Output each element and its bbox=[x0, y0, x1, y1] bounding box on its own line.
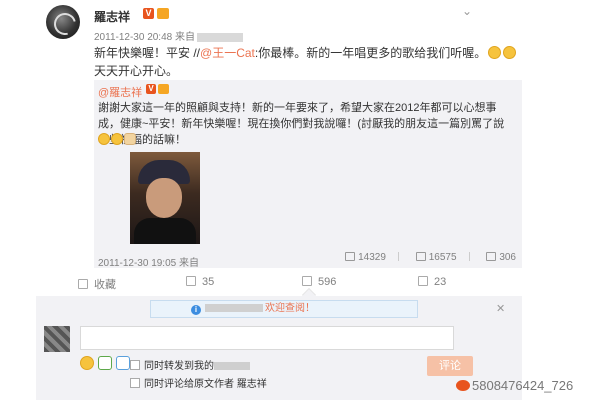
comment-count-label: 596 bbox=[318, 276, 337, 288]
close-icon[interactable]: ✕ bbox=[496, 302, 505, 315]
welcome-text: 欢迎查阅！ bbox=[265, 303, 315, 314]
weibo-watermark: 5808476424_726 bbox=[456, 378, 573, 393]
repost-icon bbox=[345, 252, 356, 261]
repost-icon bbox=[186, 276, 196, 286]
welcome-banner: i 欢迎查阅！ bbox=[150, 300, 418, 318]
watermark-text: 5808476424_726 bbox=[472, 378, 574, 393]
post-source-prefix: 来自 bbox=[175, 32, 195, 43]
original-author-name: 羅志祥 bbox=[236, 379, 267, 390]
comment-count-value: 16575 bbox=[428, 252, 457, 263]
comment-icon bbox=[415, 252, 426, 261]
author-name[interactable]: 羅志祥 bbox=[94, 8, 130, 25]
repost-meta: 2011-12-30 19:05 来自 bbox=[98, 254, 199, 269]
post-text-before: 新年快樂喔！平安 // bbox=[94, 46, 201, 60]
repost-emoji-row bbox=[98, 133, 137, 148]
redacted-source bbox=[197, 32, 243, 42]
comment-box: i 欢迎查阅！ ✕ 同时转发到我的 同时评论给原文作者 羅志祥 评论 bbox=[36, 296, 522, 400]
vip-crown-icon bbox=[157, 8, 169, 19]
weibo-post-card: 羅志祥 V ⌄ 2011-12-30 20:48 来自 新年快樂喔！平安 //@… bbox=[36, 0, 522, 400]
photo-face bbox=[146, 178, 182, 218]
action-bar: 收藏 35 596 23 bbox=[36, 272, 522, 294]
image-upload-icon[interactable] bbox=[98, 356, 112, 370]
post-text-after: :你最棒。新的一年唱更多的歌给我们听喔。 bbox=[254, 46, 487, 60]
emoji-icon bbox=[98, 133, 110, 145]
stat-divider bbox=[468, 252, 470, 261]
commenter-avatar bbox=[44, 326, 70, 352]
post-timestamp[interactable]: 2011-12-30 20:48 bbox=[94, 32, 172, 43]
comment-input[interactable] bbox=[80, 326, 454, 350]
like-count-value: 306 bbox=[499, 252, 516, 263]
weibo-logo-icon bbox=[456, 380, 470, 391]
favorite-label: 收藏 bbox=[94, 279, 116, 291]
emoji-icon bbox=[488, 46, 502, 59]
repost-button[interactable]: 35 bbox=[186, 276, 214, 288]
repost-option-label: 同时转发到我的 bbox=[144, 361, 214, 372]
post-text-line2: 天天开心开心。 bbox=[94, 64, 179, 78]
emoji-icon bbox=[111, 133, 123, 145]
mention-link[interactable]: @王一Cat bbox=[200, 46, 255, 60]
repost-comment-count[interactable]: 16575 bbox=[415, 252, 457, 263]
comment-author-checkbox[interactable] bbox=[130, 378, 140, 388]
like-button[interactable]: 23 bbox=[418, 276, 446, 288]
repost-source-prefix: 来自 bbox=[179, 258, 199, 269]
peace-hand-emoji-icon bbox=[124, 133, 136, 145]
chevron-down-icon[interactable]: ⌄ bbox=[462, 4, 472, 18]
repost-author-link[interactable]: @羅志祥 bbox=[98, 84, 142, 100]
topic-icon[interactable] bbox=[116, 356, 130, 370]
repost-photo[interactable] bbox=[130, 152, 200, 244]
repost-repost-count[interactable]: 14329 bbox=[345, 252, 386, 263]
redacted-text bbox=[205, 304, 263, 312]
repost-checkbox[interactable] bbox=[130, 360, 140, 370]
stat-divider bbox=[397, 252, 399, 261]
emoji-picker-icon[interactable] bbox=[80, 356, 94, 370]
vip-crown-icon bbox=[158, 84, 169, 94]
thumbs-up-icon bbox=[486, 252, 497, 261]
post-meta: 2011-12-30 20:48 来自 bbox=[94, 28, 243, 43]
verified-badge-icon: V bbox=[143, 8, 154, 19]
comment-author-option-label: 同时评论给原文作者 bbox=[144, 379, 234, 390]
comment-icon bbox=[302, 276, 312, 286]
repost-stats: 14329 16575 306 bbox=[331, 252, 516, 263]
comment-author-option[interactable]: 同时评论给原文作者 羅志祥 bbox=[130, 375, 267, 390]
repost-like-count[interactable]: 306 bbox=[486, 252, 516, 263]
post-text-line1: 新年快樂喔！平安 //@王一Cat:你最棒。新的一年唱更多的歌给我们听喔。 bbox=[94, 44, 517, 61]
repost-count-value: 14329 bbox=[358, 252, 386, 263]
repost-count-label: 35 bbox=[202, 276, 215, 288]
repost-panel: @羅志祥 V 謝謝大家這一年的照顧與支持！新的一年要來了，希望大家在2012年都… bbox=[94, 80, 522, 269]
photo-body bbox=[134, 218, 196, 244]
repost-timestamp[interactable]: 2011-12-30 19:05 bbox=[98, 258, 176, 269]
thumbs-up-icon bbox=[418, 276, 428, 286]
like-count-label: 23 bbox=[434, 276, 447, 288]
redacted-text bbox=[214, 362, 250, 370]
repost-text: 謝謝大家這一年的照顧與支持！新的一年要來了，希望大家在2012年都可以心想事成，… bbox=[98, 102, 505, 146]
author-avatar[interactable] bbox=[46, 5, 80, 39]
repost-option[interactable]: 同时转发到我的 bbox=[130, 357, 250, 372]
star-icon bbox=[78, 279, 88, 289]
comment-button[interactable]: 596 bbox=[302, 276, 336, 288]
favorite-button[interactable]: 收藏 bbox=[78, 276, 116, 292]
info-icon: i bbox=[191, 305, 201, 315]
emoji-icon bbox=[503, 46, 517, 59]
verified-badge-icon: V bbox=[146, 84, 156, 94]
submit-comment-button[interactable]: 评论 bbox=[427, 356, 473, 376]
